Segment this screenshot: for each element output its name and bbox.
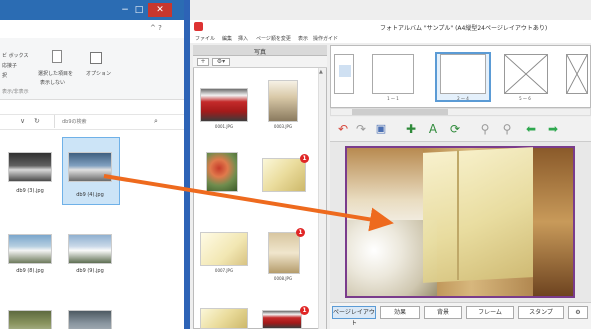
hide-selected-label[interactable]: 選択した項目を: [38, 70, 73, 77]
chevron-down-icon[interactable]: ∨: [20, 117, 25, 125]
search-placeholder: db9の検索: [62, 119, 87, 125]
next-arrow-icon[interactable]: ➡: [546, 122, 560, 136]
ribbon-item-checkbox[interactable]: ビ ボックス: [2, 52, 28, 59]
paper-fold-line: [457, 150, 459, 280]
minimize-button[interactable]: −: [118, 3, 132, 17]
file-name[interactable]: db9 (3).jpg: [4, 188, 56, 194]
photo-thumbnail[interactable]: [268, 232, 300, 274]
tab-settings[interactable]: ⚙: [568, 306, 588, 319]
photo-thumbnail[interactable]: [206, 152, 238, 192]
file-thumbnail[interactable]: [68, 234, 112, 264]
help-icon[interactable]: ^ ?: [150, 24, 162, 32]
page-label: 2 ～ 4: [457, 96, 469, 101]
photo-name: 0008.JPG: [273, 276, 293, 281]
tab-frame[interactable]: フレーム: [466, 306, 514, 319]
add-text-icon[interactable]: A: [426, 122, 440, 136]
document-icon[interactable]: [52, 50, 62, 63]
maximize-button[interactable]: □: [132, 3, 146, 17]
photo-name: 0001.JPG: [214, 124, 234, 129]
menu-insert[interactable]: 挿入: [238, 35, 248, 42]
undo-icon[interactable]: ↶: [336, 122, 350, 136]
hide-selected-label-2[interactable]: 表示しない: [40, 79, 65, 86]
file-name[interactable]: db9 (9).jpg: [64, 268, 116, 274]
photo-thumbnail[interactable]: [262, 310, 302, 329]
file-thumbnail[interactable]: [8, 234, 52, 264]
ribbon-item-extension[interactable]: 応接子: [2, 62, 17, 69]
usage-badge: 1: [300, 154, 309, 163]
zoom-in-icon[interactable]: ⚲: [500, 122, 514, 136]
photo-thumbnail[interactable]: [200, 88, 248, 122]
redo-icon[interactable]: ↷: [354, 122, 368, 136]
tab-page-layout[interactable]: ページレイアウト: [332, 306, 376, 327]
app-title: フォトアルバム "サンプル" (A4縦型24ページレイアウトあり): [380, 25, 548, 32]
file-thumbnail-selected[interactable]: [68, 152, 112, 182]
photo-name: 0007.JPG: [214, 268, 234, 273]
app-icon: [194, 22, 203, 31]
scroll-up-icon[interactable]: ▲: [319, 69, 323, 75]
page-thumbnail[interactable]: [334, 54, 354, 94]
file-name[interactable]: db9 (4).jpg: [64, 192, 116, 198]
settings-dropdown[interactable]: ⚙▾: [212, 58, 230, 66]
menu-reorder[interactable]: ページ順を変更: [256, 35, 291, 42]
canvas-photo-paper[interactable]: [423, 147, 533, 283]
empty-page-thumbnail[interactable]: [566, 54, 588, 94]
page-thumbnail-selected[interactable]: [440, 54, 486, 94]
refresh-icon[interactable]: ↻: [34, 117, 40, 125]
usage-badge: 1: [296, 228, 305, 237]
photo-thumbnail[interactable]: [200, 308, 248, 329]
zoom-out-icon[interactable]: ⚲: [478, 122, 492, 136]
file-name[interactable]: db9 (8).jpg: [4, 268, 56, 274]
page-label: 1 ～ 1: [387, 96, 399, 101]
ribbon-group-label: 表示/非表示: [2, 89, 29, 95]
page-label: 5 ～ 6: [519, 96, 531, 101]
usage-badge: 1: [300, 306, 309, 315]
menu-guide[interactable]: 操作ガイド: [313, 35, 338, 42]
add-photo-button[interactable]: +: [197, 58, 209, 66]
search-icon[interactable]: ⌕: [154, 117, 158, 126]
photo-thumbnail[interactable]: [268, 80, 298, 122]
file-thumbnail[interactable]: [68, 310, 112, 329]
tab-effects[interactable]: 効果: [380, 306, 420, 319]
menu-edit[interactable]: 編集: [222, 35, 232, 42]
menu-view[interactable]: 表示: [298, 35, 308, 42]
prev-arrow-icon[interactable]: ⬅: [524, 122, 538, 136]
tab-background[interactable]: 背景: [424, 306, 462, 319]
options-icon[interactable]: [90, 52, 102, 64]
options-button[interactable]: オプション: [86, 70, 111, 77]
file-thumbnail[interactable]: [8, 152, 52, 182]
ribbon-item-hidden[interactable]: 択: [2, 72, 7, 79]
menu-bar: [190, 33, 591, 43]
photo-scrollbar[interactable]: [318, 68, 326, 329]
menu-file[interactable]: ファイル: [195, 35, 215, 42]
add-photo-icon[interactable]: ✚: [404, 122, 418, 136]
refresh-icon[interactable]: ⟳: [448, 122, 462, 136]
photo-thumbnail[interactable]: [200, 232, 248, 266]
empty-page-thumbnail[interactable]: [504, 54, 548, 94]
photo-thumbnail[interactable]: [262, 158, 306, 192]
save-icon[interactable]: ▣: [374, 122, 388, 136]
canvas-photo-wood[interactable]: [533, 148, 573, 296]
tab-stamp[interactable]: スタンプ: [518, 306, 564, 319]
photo-panel-title: 写真: [254, 49, 267, 56]
page-strip-scroll-thumb[interactable]: [352, 109, 448, 115]
file-thumbnail[interactable]: [8, 310, 52, 329]
photo-name: 0003.JPG: [273, 124, 293, 129]
page-thumbnail[interactable]: [372, 54, 414, 94]
close-button[interactable]: ✕: [148, 3, 172, 17]
page-cover-image: [339, 65, 351, 77]
